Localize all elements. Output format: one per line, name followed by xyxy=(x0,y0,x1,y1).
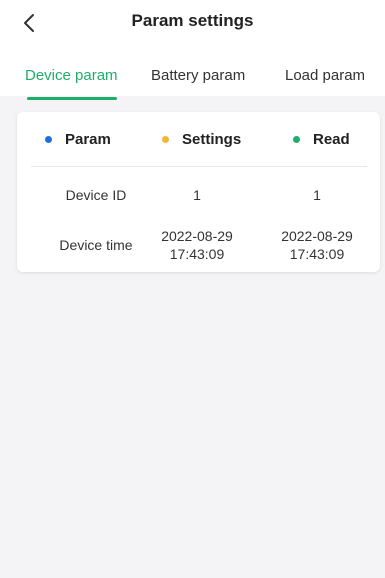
top-bar: Param settings Device param Battery para… xyxy=(0,0,385,100)
row-device-id-read: 1 xyxy=(267,186,367,204)
param-dot-icon xyxy=(45,135,52,143)
read-dot-icon xyxy=(293,135,300,143)
row-device-time-read-date: 2022-08-29 xyxy=(281,228,353,244)
row-device-id-read-line: 1 xyxy=(313,187,321,203)
nav-bar: Param settings xyxy=(0,0,385,46)
page-title: Param settings xyxy=(131,11,254,30)
row-device-id-settings: 1 xyxy=(147,186,247,204)
column-header-settings: Settings xyxy=(162,126,241,152)
tab-device-param[interactable]: Device param xyxy=(25,66,118,86)
tab-battery-param[interactable]: Battery param xyxy=(151,66,245,86)
column-header-param-label: Param xyxy=(65,130,111,148)
row-device-id-settings-line: 1 xyxy=(193,187,201,203)
tab-bar: Device param Battery param Load param xyxy=(0,58,385,100)
row-device-time-read: 2022-08-29 17:43:09 xyxy=(267,227,367,263)
active-tab-indicator xyxy=(27,97,117,100)
column-header-settings-label: Settings xyxy=(182,130,242,148)
header-divider xyxy=(31,166,367,167)
column-header-read-label: Read xyxy=(313,130,350,148)
row-device-time-settings-date: 2022-08-29 xyxy=(161,228,233,244)
column-header-read: Read xyxy=(293,126,350,152)
row-device-time-param: Device time xyxy=(59,237,133,253)
row-device-time-settings-time: 17:43:09 xyxy=(169,246,225,262)
row-device-time-settings: 2022-08-29 17:43:09 xyxy=(147,227,247,263)
column-header-param: Param xyxy=(45,126,111,152)
row-device-id-param: Device ID xyxy=(65,187,127,203)
param-table-card: Param Settings Read Device ID 1 1 Device… xyxy=(17,112,380,272)
row-device-time-read-time: 17:43:09 xyxy=(289,246,345,262)
tab-load-param[interactable]: Load param xyxy=(285,66,365,86)
table-header: Param Settings Read xyxy=(17,126,380,152)
settings-dot-icon xyxy=(162,135,169,143)
